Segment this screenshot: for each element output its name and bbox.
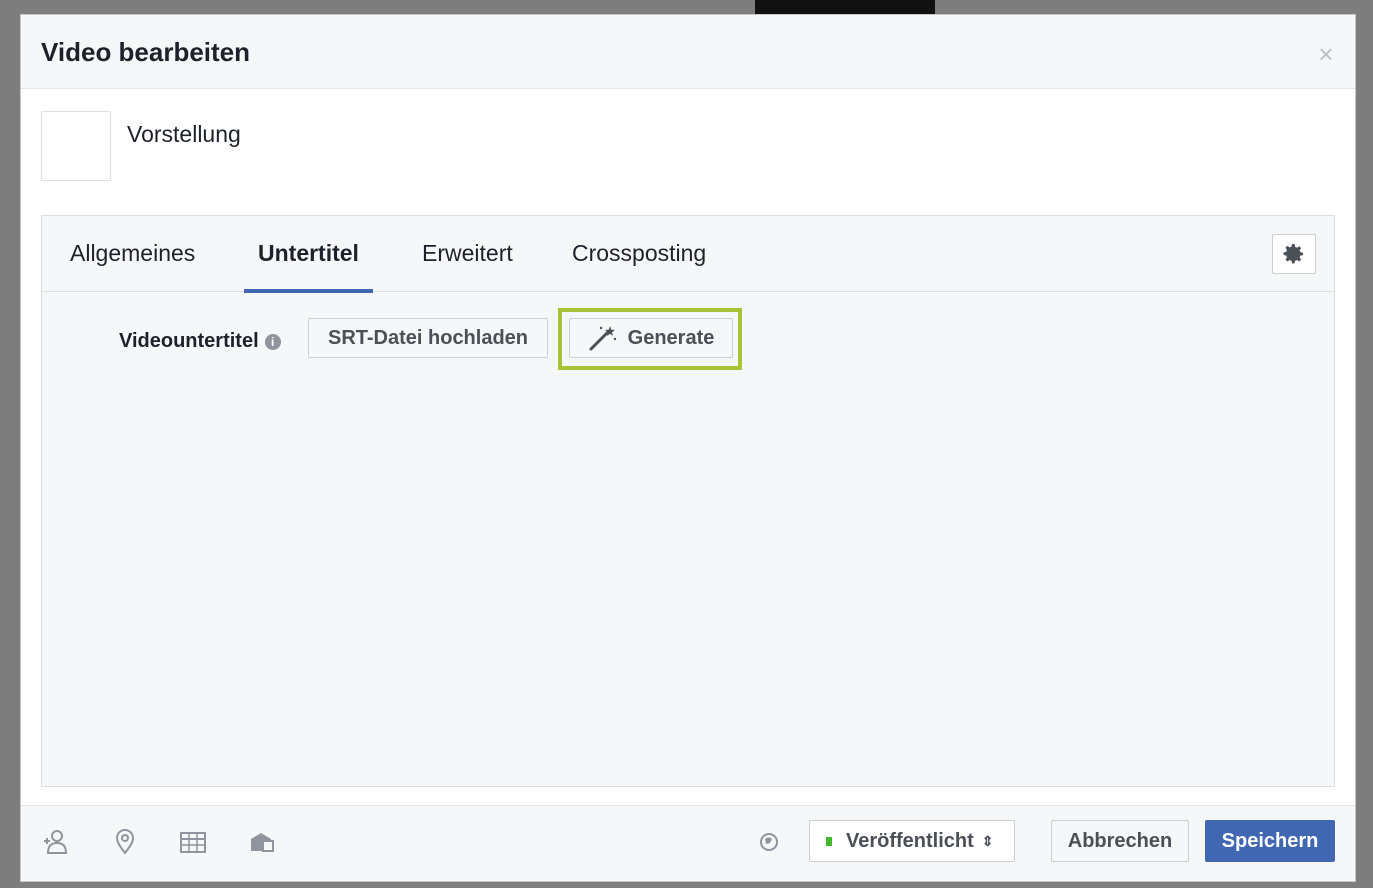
status-indicator — [826, 836, 832, 846]
settings-button[interactable] — [1272, 234, 1316, 274]
video-subtitles-label: Videountertitel i — [119, 330, 281, 353]
publish-status-select[interactable]: Veröffentlicht ⇕ — [809, 820, 1015, 862]
sort-arrows-icon: ⇕ — [981, 832, 994, 849]
upload-srt-button[interactable]: SRT-Datei hochladen — [308, 318, 548, 358]
calendar-icon[interactable] — [179, 828, 207, 856]
location-icon[interactable] — [111, 828, 139, 856]
edit-video-dialog: Video bearbeiten × Vorstellung Allgemein… — [20, 14, 1356, 882]
save-button[interactable]: Speichern — [1205, 820, 1335, 862]
tab-erweitert[interactable]: Erweitert — [422, 240, 513, 292]
globe-icon[interactable] — [757, 830, 781, 854]
dialog-footer: Veröffentlicht ⇕ Abbrechen Speichern — [21, 805, 1355, 881]
dialog-title: Video bearbeiten — [41, 37, 251, 67]
tab-untertitel[interactable]: Untertitel — [244, 240, 373, 293]
info-icon[interactable]: i — [264, 333, 281, 350]
tag-person-icon[interactable] — [41, 828, 69, 856]
tab-crossposting[interactable]: Crossposting — [572, 240, 706, 292]
cancel-button[interactable]: Abbrechen — [1051, 820, 1189, 862]
generate-button[interactable]: Generate — [569, 318, 733, 358]
product-icon[interactable] — [247, 828, 275, 856]
dialog-header: Video bearbeiten × — [21, 15, 1355, 89]
magic-wand-icon — [589, 326, 616, 351]
video-thumbnail[interactable] — [41, 111, 111, 181]
settings-panel: Allgemeines Untertitel Erweitert Crosspo… — [41, 215, 1335, 787]
gear-icon — [1283, 244, 1303, 264]
tab-allgemeines[interactable]: Allgemeines — [70, 240, 195, 292]
background-video-strip — [755, 0, 935, 14]
close-icon[interactable]: × — [1315, 41, 1337, 67]
tab-bar: Allgemeines Untertitel Erweitert Crosspo… — [42, 216, 1334, 293]
video-name: Vorstellung — [127, 121, 241, 147]
